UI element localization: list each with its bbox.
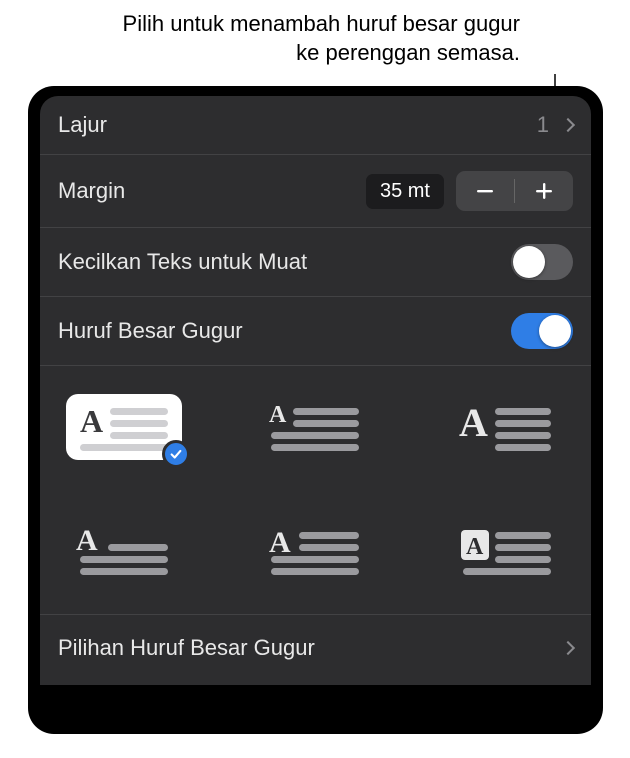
plus-icon	[534, 181, 554, 201]
minus-icon	[475, 181, 495, 201]
svg-text:A: A	[80, 403, 103, 439]
svg-text:A: A	[76, 526, 98, 557]
dropcap-style-1-icon: A	[76, 402, 172, 452]
chevron-right-icon	[561, 641, 575, 655]
shrink-text-toggle[interactable]	[511, 244, 573, 280]
dropcap-style-5[interactable]: A	[257, 518, 373, 584]
margin-label: Margin	[58, 178, 366, 204]
margin-stepper	[456, 171, 573, 211]
margin-decrease-button[interactable]	[456, 171, 514, 211]
dropcap-style-4[interactable]: A	[66, 518, 182, 584]
margin-value-field[interactable]: 35 mt	[366, 174, 444, 209]
columns-label: Lajur	[58, 112, 537, 138]
drop-cap-styles-grid: A A	[58, 394, 573, 584]
shrink-text-label: Kecilkan Teks untuk Muat	[58, 249, 511, 275]
row-margin: Margin 35 mt	[40, 155, 591, 228]
dropcap-style-1[interactable]: A	[66, 394, 182, 460]
drop-cap-label: Huruf Besar Gugur	[58, 318, 511, 344]
dropcap-style-6[interactable]: A	[449, 518, 565, 584]
dropcap-style-5-icon: A	[267, 526, 363, 576]
dropcap-style-2[interactable]: A	[257, 394, 373, 460]
svg-text:A: A	[466, 534, 484, 560]
dropcap-style-6-icon: A	[459, 526, 555, 576]
chevron-right-icon	[561, 118, 575, 132]
dropcap-style-4-icon: A	[76, 526, 172, 576]
drop-cap-toggle[interactable]	[511, 313, 573, 349]
dropcap-style-2-icon: A	[267, 402, 363, 452]
drop-cap-styles-area: A A	[40, 366, 591, 615]
panel-frame: Lajur 1 Margin 35 mt K	[28, 86, 603, 734]
selected-check-icon	[162, 440, 190, 468]
svg-text:A: A	[269, 402, 287, 428]
drop-cap-options-label: Pilihan Huruf Besar Gugur	[58, 635, 559, 661]
toggle-knob	[539, 315, 571, 347]
columns-value: 1	[537, 112, 549, 138]
dropcap-style-3-icon: A	[459, 402, 555, 452]
dropcap-style-3[interactable]: A	[449, 394, 565, 460]
svg-text:A: A	[269, 526, 291, 559]
callout-text: Pilih untuk menambah huruf besar gugur k…	[120, 10, 520, 67]
margin-increase-button[interactable]	[515, 171, 573, 211]
toggle-knob	[513, 246, 545, 278]
settings-panel: Lajur 1 Margin 35 mt K	[40, 96, 591, 685]
row-drop-cap-options[interactable]: Pilihan Huruf Besar Gugur	[40, 615, 591, 685]
svg-text:A: A	[459, 402, 488, 445]
row-columns[interactable]: Lajur 1	[40, 96, 591, 155]
row-shrink-text: Kecilkan Teks untuk Muat	[40, 228, 591, 297]
row-drop-cap: Huruf Besar Gugur	[40, 297, 591, 366]
margin-controls: 35 mt	[366, 171, 573, 211]
